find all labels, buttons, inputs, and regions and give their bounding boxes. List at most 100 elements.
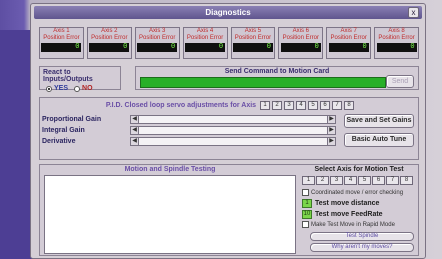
axis-error-readout: 0 [280, 43, 321, 52]
axis-sublabel: Position Error [234, 35, 272, 41]
integral-gain-label: Integral Gain [42, 127, 85, 134]
axis-label: Axis 3 [149, 28, 166, 34]
integral-gain-row: Integral Gain ◀ ▶ [42, 126, 336, 135]
motion-log-textarea[interactable] [44, 175, 296, 254]
axis-panel-1: Axis 1 Position Error 0 [39, 27, 84, 59]
scroll-left-icon[interactable]: ◀ [131, 138, 139, 145]
axis-label: Axis 4 [196, 28, 214, 34]
react-yes-radio[interactable]: YES [46, 85, 68, 92]
axis-error-readout: 0 [328, 43, 369, 52]
coordinated-move-checkbox[interactable]: Coordinated move / error checking [302, 189, 403, 196]
motion-testing-title: Motion and Spindle Testing [124, 166, 216, 173]
pid-axis-button[interactable]: 4 [296, 100, 307, 110]
pid-axis-button[interactable]: 7 [332, 100, 343, 110]
axis-error-readout: 0 [232, 43, 273, 52]
derivative-slider[interactable]: ◀ ▶ [130, 137, 336, 146]
scroll-right-icon[interactable]: ▶ [327, 127, 335, 134]
desktop-side-panel [0, 30, 34, 259]
axis-panel-5: Axis 5 Position Error 0 [230, 27, 276, 59]
axis-label: Axis 2 [101, 28, 118, 34]
integral-gain-slider[interactable]: ◀ ▶ [130, 126, 336, 135]
pid-title: P.I.D. Closed loop servo adjustments for… [105, 101, 257, 109]
motion-axis-selector: 1 2 3 4 5 6 7 8 [302, 176, 413, 185]
test-move-feedrate-row: 10 Test move FeedRate [302, 210, 383, 219]
pid-axis-button[interactable]: 6 [320, 100, 331, 110]
send-button[interactable]: Send [386, 75, 414, 88]
radio-selected-icon [46, 85, 52, 92]
axis-sublabel: Position Error [282, 35, 319, 41]
axis-error-readout: 0 [137, 43, 178, 52]
axis-error-readout: 0 [89, 43, 130, 52]
why-no-moves-button[interactable]: Why aren't my moves? [310, 243, 414, 252]
react-io-group: React to Inputs/Outputs YES NO [39, 66, 121, 92]
motion-axis-button[interactable]: 2 [316, 176, 329, 185]
motion-axis-button[interactable]: 8 [400, 176, 413, 185]
derivative-label: Derivative [42, 138, 76, 145]
test-spindle-button[interactable]: Test Spindle [310, 232, 414, 241]
react-io-title: React to Inputs/Outputs [43, 69, 93, 83]
diagnostics-window: Diagnostics x Axis 1 Position Error 0 Ax… [30, 3, 426, 259]
test-move-distance-input[interactable]: 1 [302, 199, 312, 208]
motion-axis-button[interactable]: 5 [358, 176, 371, 185]
window-title: Diagnostics [205, 8, 251, 17]
axis-label: Axis 1 [53, 28, 70, 34]
basic-auto-tune-button[interactable]: Basic Auto Tune [344, 133, 414, 147]
scroll-left-icon[interactable]: ◀ [131, 116, 139, 123]
axis-label: Axis 5 [244, 28, 262, 34]
axis-panel-4: Axis 4 Position Error 0 [182, 27, 228, 59]
rapid-mode-label: Make Test Move in Rapid Mode [311, 221, 395, 228]
checkbox-icon [302, 221, 309, 228]
pid-axis-button[interactable]: 2 [272, 100, 283, 110]
derivative-row: Derivative ◀ ▶ [42, 137, 336, 146]
axis-sublabel: Position Error [139, 35, 176, 41]
axis-sublabel: Position Error [43, 35, 80, 41]
test-move-feedrate-label: Test move FeedRate [315, 211, 383, 218]
axis-panel-7: Axis 7 Position Error 0 [326, 27, 372, 59]
axis-sublabel: Position Error [330, 35, 367, 41]
axis-error-readout: 0 [376, 43, 417, 52]
axis-panel-2: Axis 2 Position Error 0 [86, 27, 132, 59]
close-icon: x [411, 8, 416, 17]
axis-sublabel: Position Error [378, 35, 415, 41]
pid-axis-button[interactable]: 1 [260, 100, 271, 110]
pid-axis-button[interactable]: 3 [284, 100, 295, 110]
axis-position-error-row: Axis 1 Position Error 0 Axis 2 Position … [39, 27, 419, 59]
rapid-mode-checkbox[interactable]: Make Test Move in Rapid Mode [302, 221, 395, 228]
axis-label: Axis 7 [340, 28, 357, 34]
scroll-right-icon[interactable]: ▶ [327, 138, 335, 145]
motion-axis-button[interactable]: 1 [302, 176, 315, 185]
proportional-gain-row: Proportional Gain ◀ ▶ [42, 115, 336, 124]
close-button[interactable]: x [408, 7, 419, 18]
radio-empty-icon [74, 85, 81, 92]
motion-axis-button[interactable]: 3 [330, 176, 343, 185]
motion-axis-button[interactable]: 7 [386, 176, 399, 185]
checkbox-icon [302, 189, 309, 196]
pid-header: P.I.D. Closed loop servo adjustments for… [40, 100, 420, 110]
scroll-right-icon[interactable]: ▶ [327, 116, 335, 123]
pid-axis-button[interactable]: 8 [344, 100, 355, 110]
scroll-left-icon[interactable]: ◀ [131, 127, 139, 134]
command-input[interactable] [140, 77, 386, 88]
axis-sublabel: Position Error [91, 35, 128, 41]
pid-group: P.I.D. Closed loop servo adjustments for… [39, 97, 419, 160]
react-no-radio[interactable]: NO [74, 85, 93, 92]
react-io-options: YES NO [40, 85, 120, 92]
react-no-label: NO [82, 85, 93, 92]
axis-sublabel: Position Error [186, 35, 224, 41]
axis-panel-6: Axis 6 Position Error 0 [278, 27, 324, 59]
coordinated-move-label: Coordinated move / error checking [311, 189, 404, 196]
test-move-feedrate-input[interactable]: 10 [302, 210, 312, 219]
axis-label: Axis 6 [292, 28, 309, 34]
select-axis-title: Select Axis for Motion Test [314, 166, 404, 173]
save-set-gains-button[interactable]: Save and Set Gains [344, 114, 414, 128]
motion-axis-button[interactable]: 4 [344, 176, 357, 185]
axis-panel-3: Axis 3 Position Error 0 [134, 27, 180, 59]
pid-axis-selector: 1 2 3 4 5 6 7 8 [260, 100, 355, 110]
pid-axis-button[interactable]: 5 [308, 100, 319, 110]
motion-axis-button[interactable]: 6 [372, 176, 385, 185]
axis-panel-8: Axis 8 Position Error 0 [374, 27, 419, 59]
proportional-gain-slider[interactable]: ◀ ▶ [130, 115, 336, 124]
send-command-title: Send Command to Motion Card [224, 68, 330, 75]
test-move-distance-row: 1 Test move distance [302, 199, 379, 208]
react-yes-label: YES [54, 85, 69, 92]
